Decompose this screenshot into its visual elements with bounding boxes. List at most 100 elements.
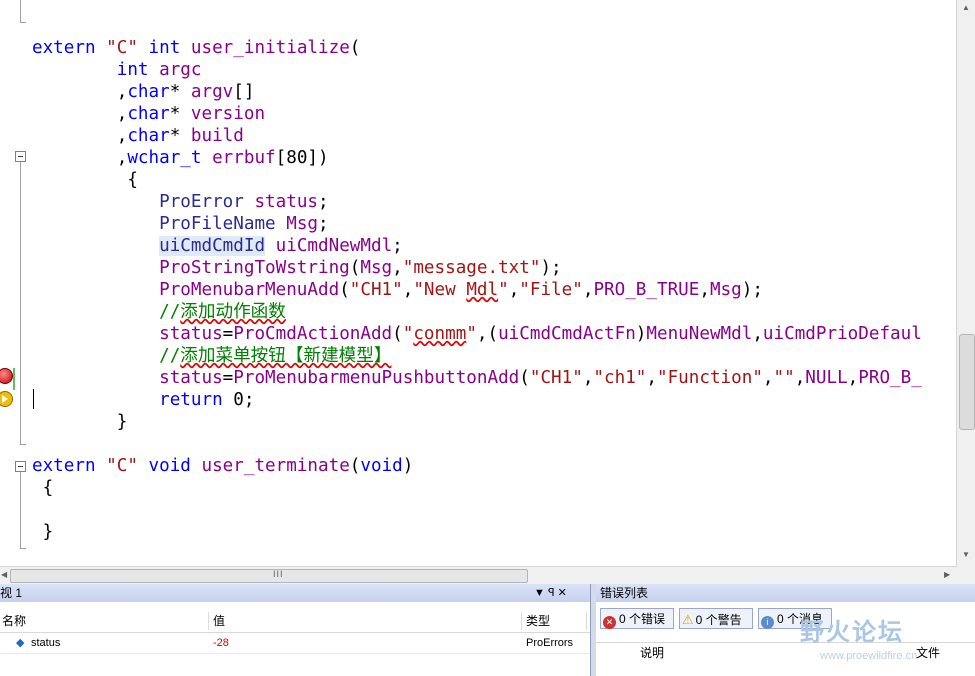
watch-row-name[interactable]: status bbox=[31, 634, 60, 652]
code-token: "Function" bbox=[656, 368, 763, 388]
outline-line bbox=[20, 472, 21, 548]
horizontal-scroll-thumb[interactable]: III bbox=[10, 569, 528, 583]
code-token: status bbox=[159, 368, 223, 388]
code-token: ); bbox=[741, 280, 763, 300]
code-token: // bbox=[159, 302, 181, 322]
code-line[interactable]: status=ProMenubarmenuPushbuttonAdd("CH1"… bbox=[32, 367, 922, 389]
code-token: { bbox=[32, 170, 138, 190]
code-token: "" bbox=[773, 368, 795, 388]
code-token: * bbox=[169, 82, 191, 102]
error-list-header-row bbox=[596, 642, 975, 643]
watch-panel-title: 视 1 bbox=[0, 586, 23, 600]
code-token: uiCmdCmdId bbox=[159, 236, 266, 256]
horizontal-scrollbar[interactable]: ◀ III ▶ bbox=[0, 566, 957, 584]
panel-window-controls[interactable]: ▼ ꟼ ✕ bbox=[534, 584, 567, 602]
column-header-description[interactable]: 说明 bbox=[640, 644, 664, 661]
code-token: return bbox=[159, 390, 223, 410]
code-token: "C" bbox=[106, 456, 138, 476]
code-token: = bbox=[222, 368, 234, 388]
scroll-up-arrow-icon[interactable]: ▲ bbox=[962, 3, 970, 12]
code-line[interactable]: { bbox=[32, 477, 54, 499]
outline-line bbox=[20, 162, 21, 444]
column-header-name[interactable]: 名称 bbox=[0, 612, 209, 630]
code-token: , bbox=[752, 324, 763, 344]
code-token: , bbox=[794, 368, 806, 388]
code-token: void bbox=[148, 456, 191, 476]
code-line[interactable]: { bbox=[32, 169, 138, 191]
code-token: ProMenubarmenuPushbuttonAdd bbox=[233, 368, 520, 388]
watch-panel[interactable]: 视 1 ▼ ꟼ ✕ 名称 值 类型 ◆ status -28 ProErrors bbox=[0, 584, 591, 676]
error-list-title: 错误列表 bbox=[600, 586, 649, 600]
code-token: ( bbox=[349, 258, 361, 278]
vertical-scrollbar[interactable]: ▲ ▼ bbox=[956, 0, 975, 566]
code-token: Msg bbox=[360, 258, 393, 278]
code-line[interactable]: uiCmdCmdId uiCmdNewMdl; bbox=[32, 235, 403, 257]
code-token: char bbox=[127, 82, 170, 102]
code-token: , bbox=[32, 148, 128, 168]
code-token: extern bbox=[32, 456, 107, 476]
code-editor[interactable]: extern "C" int user_initialize( int argc… bbox=[0, 0, 975, 566]
code-line[interactable]: extern "C" void user_terminate(void) bbox=[32, 455, 413, 477]
scroll-left-arrow-icon[interactable]: ◀ bbox=[1, 570, 7, 579]
variable-icon: ◆ bbox=[16, 637, 25, 649]
watch-row-value[interactable]: -28 bbox=[213, 634, 229, 652]
code-line[interactable]: extern "C" int user_initialize( bbox=[32, 37, 360, 59]
code-line[interactable]: } bbox=[32, 521, 54, 543]
column-header-file[interactable]: 文件 bbox=[916, 644, 940, 661]
column-header-value[interactable]: 值 bbox=[211, 612, 522, 630]
column-header-type[interactable]: 类型 bbox=[524, 612, 587, 630]
code-line[interactable]: ProStringToWstring(Msg,"message.txt"); bbox=[32, 257, 562, 279]
code-line[interactable]: } bbox=[32, 411, 128, 433]
code-token: "message.txt" bbox=[402, 258, 541, 278]
code-line[interactable]: ,char* build bbox=[32, 125, 244, 147]
code-token: " bbox=[466, 324, 477, 344]
errors-filter-button[interactable]: ✕ 0 个错误 bbox=[600, 608, 674, 629]
watch-panel-titlebar[interactable]: 视 1 ▼ ꟼ ✕ bbox=[0, 584, 590, 602]
code-line[interactable]: ,char* argv[] bbox=[32, 81, 255, 103]
scroll-down-arrow-icon[interactable]: ▼ bbox=[962, 550, 970, 559]
code-line[interactable]: return 0; bbox=[32, 389, 254, 411]
code-token: void bbox=[360, 456, 403, 476]
code-token: user_terminate bbox=[201, 456, 350, 476]
code-line[interactable]: ProMenubarMenuAdd("CH1","New Mdl","File"… bbox=[32, 279, 763, 301]
code-token: 0; bbox=[222, 390, 255, 410]
code-token: status bbox=[159, 324, 223, 344]
code-token: , bbox=[32, 126, 128, 146]
code-line[interactable]: status=ProCmdActionAdd("conmm",(uiCmdCmd… bbox=[32, 323, 922, 345]
code-line[interactable]: //添加动作函数 bbox=[32, 301, 286, 323]
collapse-icon[interactable] bbox=[15, 151, 26, 162]
error-list-titlebar[interactable]: 错误列表 bbox=[596, 584, 975, 602]
code-token: status bbox=[254, 192, 319, 212]
code-token: build bbox=[190, 126, 244, 146]
code-token: user_initialize bbox=[190, 38, 350, 58]
scroll-corner bbox=[957, 566, 975, 584]
code-token: " bbox=[498, 280, 509, 300]
code-token: ( bbox=[339, 280, 350, 300]
scroll-right-arrow-icon[interactable]: ▶ bbox=[944, 570, 950, 579]
warnings-filter-button[interactable]: ⚠ 0 个警告 bbox=[679, 608, 753, 629]
code-token: , bbox=[32, 104, 128, 124]
code-token: "ch1" bbox=[593, 368, 647, 388]
code-line[interactable]: ,wchar_t errbuf[80]) bbox=[32, 147, 329, 169]
code-token: ProStringToWstring bbox=[159, 258, 350, 278]
code-line[interactable]: ,char* version bbox=[32, 103, 265, 125]
watch-row-divider bbox=[0, 653, 590, 654]
code-line[interactable]: //添加菜单按钮【新建模型】 bbox=[32, 345, 391, 367]
error-list-panel[interactable]: 错误列表 ✕ 0 个错误 ⚠ 0 个警告 i0 个消息 说明 文件 bbox=[596, 584, 975, 676]
code-token: NULL bbox=[805, 368, 848, 388]
collapse-icon[interactable] bbox=[15, 461, 26, 472]
vertical-scroll-thumb[interactable] bbox=[959, 334, 975, 430]
code-line[interactable]: int argc bbox=[32, 59, 202, 81]
code-token: ( bbox=[349, 38, 361, 58]
indicator-margin[interactable] bbox=[0, 0, 12, 566]
code-line[interactable]: ProError status; bbox=[32, 191, 329, 213]
code-line[interactable]: ProFileName Msg; bbox=[32, 213, 329, 235]
code-token: uiCmdNewMdl bbox=[275, 236, 393, 256]
